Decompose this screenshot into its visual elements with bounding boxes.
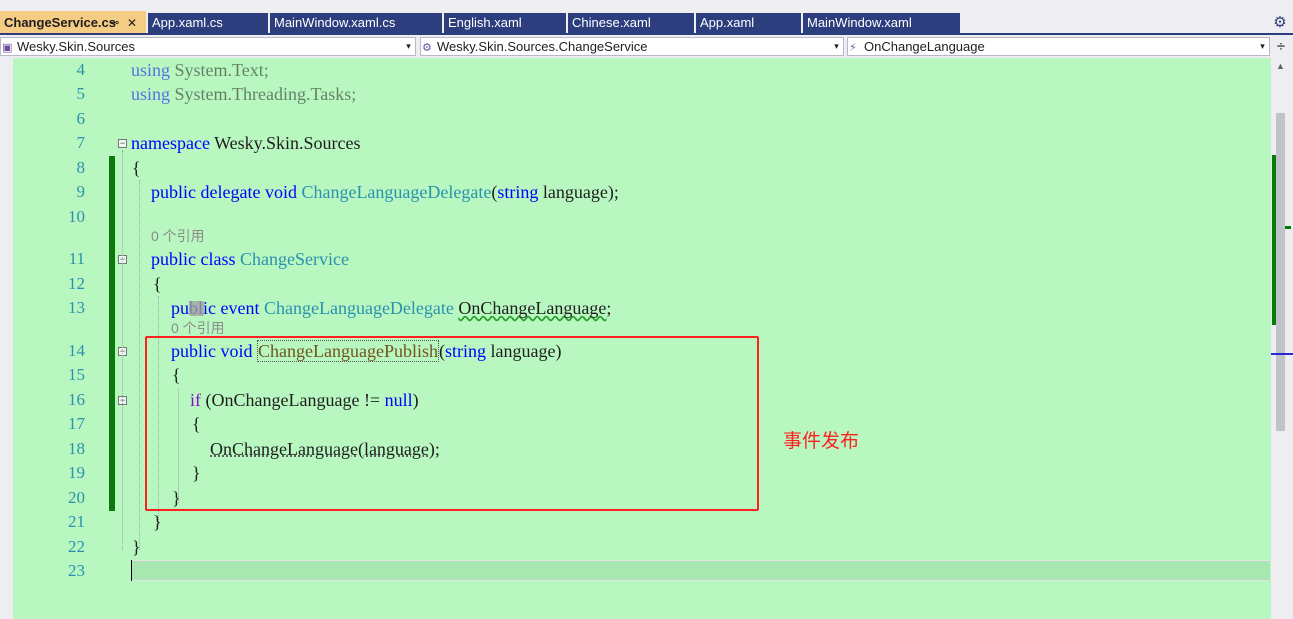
close-tab-icon[interactable]: ✕: [127, 11, 137, 35]
keyword: public delegate void: [151, 182, 297, 202]
line-number: 6: [76, 109, 86, 128]
tab-app-xaml-cs[interactable]: App.xaml.cs: [148, 13, 268, 33]
project-icon: ▣: [2, 42, 13, 54]
code-line: public event ChangeLanguageDelegate OnCh…: [171, 298, 611, 318]
line-number: 15: [68, 365, 85, 384]
member-dropdown[interactable]: ⚡ OnChangeLanguage ▾: [847, 37, 1270, 56]
tab-label: English.xaml: [448, 15, 522, 30]
class-icon: ⚙: [422, 42, 432, 54]
indent-guide: [139, 180, 140, 550]
keyword: public event: [171, 298, 260, 318]
tab-list-menu-icon[interactable]: ⚙: [1268, 13, 1292, 33]
change-marker: [1272, 155, 1276, 325]
text-caret: [131, 560, 132, 581]
code-editor[interactable]: 4 5 6 7 8 9 10 11 12 13 14 15 16 17 18 1…: [0, 58, 1293, 619]
project-dropdown-value: Wesky.Skin.Sources: [17, 39, 136, 54]
line-number: 17: [68, 414, 85, 433]
line-number: 19: [68, 463, 85, 482]
tab-label: Chinese.xaml: [572, 15, 651, 30]
type-name: ChangeService: [239, 249, 349, 269]
collapse-icon[interactable]: −: [118, 139, 127, 148]
split-editor-button[interactable]: ÷: [1271, 37, 1291, 56]
line-number: 14: [68, 341, 85, 360]
line-number: 5: [76, 84, 86, 103]
line-number: 4: [76, 60, 86, 79]
line-number: 10: [68, 207, 85, 226]
tab-english-xaml[interactable]: English.xaml: [444, 13, 566, 33]
line-number: 21: [68, 512, 85, 531]
line-number: 16: [68, 390, 85, 409]
event-icon: ⚡: [849, 42, 857, 54]
tab-mainwindow-xaml[interactable]: MainWindow.xaml: [803, 13, 960, 33]
keyword: namespace: [131, 133, 210, 153]
line-number: 12: [68, 274, 85, 293]
type-dropdown[interactable]: ⚙ Wesky.Skin.Sources.ChangeService ▾: [420, 37, 844, 56]
code-text: ;: [606, 298, 612, 318]
caret-position-marker: [1271, 353, 1293, 355]
code-line: }: [153, 512, 162, 532]
tab-label: MainWindow.xaml: [807, 15, 912, 30]
line-number: 23: [68, 561, 85, 580]
current-line-highlight: [131, 560, 1270, 581]
quick-actions-icon[interactable]: [189, 301, 204, 316]
member-dropdown-value: OnChangeLanguage: [864, 39, 985, 54]
chevron-down-icon[interactable]: ▾: [1257, 38, 1268, 55]
project-dropdown[interactable]: ▣ Wesky.Skin.Sources ▾: [0, 37, 416, 56]
navigation-bar: ▣ Wesky.Skin.Sources ▾ ⚙ Wesky.Skin.Source…: [0, 35, 1293, 58]
line-number: 20: [68, 488, 85, 507]
code-text: language);: [538, 182, 619, 202]
code-text: Wesky.Skin.Sources: [209, 133, 361, 153]
code-line: using System.Text;: [131, 60, 269, 80]
code-line: public class ChangeService: [151, 249, 349, 269]
type-name: ChangeLanguageDelegate: [301, 182, 492, 202]
codelens-references[interactable]: 0 个引用: [151, 227, 205, 245]
pin-icon[interactable]: ⊸: [110, 11, 119, 35]
chevron-down-icon[interactable]: ▾: [403, 38, 414, 55]
tab-label: App.xaml: [700, 15, 755, 30]
line-number: 22: [68, 537, 85, 556]
tab-label: ChangeService.cs: [4, 15, 117, 30]
code-line: namespace Wesky.Skin.Sources: [131, 133, 361, 153]
scroll-up-icon[interactable]: ▲: [1276, 61, 1285, 71]
line-number: 7: [76, 133, 86, 152]
code-line: using System.Threading.Tasks;: [131, 84, 356, 104]
tab-chinese-xaml[interactable]: Chinese.xaml: [568, 13, 694, 33]
tab-label: MainWindow.xaml.cs: [274, 15, 396, 30]
keyword: using: [131, 60, 171, 80]
tab-app-xaml[interactable]: App.xaml: [696, 13, 801, 33]
code-text: System.Text;: [170, 60, 269, 80]
code-line: {: [132, 158, 141, 178]
change-indicator-bar: [109, 156, 115, 511]
type-name: ChangeLanguageDelegate: [263, 298, 454, 318]
chevron-down-icon[interactable]: ▾: [831, 38, 842, 55]
annotation-label: 事件发布: [783, 430, 860, 452]
line-number: 13: [68, 298, 85, 317]
type-dropdown-value: Wesky.Skin.Sources.ChangeService: [437, 39, 648, 54]
line-number: 9: [76, 182, 86, 201]
codelens-references[interactable]: 0 个引用: [171, 319, 225, 337]
tab-mainwindow-xaml-cs[interactable]: MainWindow.xaml.cs: [270, 13, 442, 33]
tab-label: App.xaml.cs: [152, 15, 223, 30]
scrollbar-thumb[interactable]: [1276, 113, 1285, 431]
document-tab-strip: ChangeService.cs ⊸ ✕ App.xaml.cs MainWin…: [0, 0, 1293, 35]
keyword: public class: [151, 249, 236, 269]
tab-changeservice-cs[interactable]: ChangeService.cs ⊸ ✕: [0, 11, 146, 35]
change-marker: [1285, 226, 1291, 229]
keyword: string: [497, 182, 539, 202]
code-line: {: [153, 274, 162, 294]
editor-left-margin: [0, 58, 13, 619]
line-number: 18: [68, 439, 85, 458]
vertical-scrollbar[interactable]: ▲: [1271, 58, 1293, 619]
code-text: System.Threading.Tasks;: [170, 84, 357, 104]
code-line: }: [132, 537, 141, 557]
event-name: OnChangeLanguage: [458, 298, 607, 318]
keyword: using: [131, 84, 171, 104]
line-number: 8: [76, 158, 86, 177]
highlight-box: [145, 336, 759, 511]
line-number: 11: [68, 249, 85, 268]
code-line: public delegate void ChangeLanguageDeleg…: [151, 182, 619, 202]
outline-guide: [122, 150, 123, 550]
